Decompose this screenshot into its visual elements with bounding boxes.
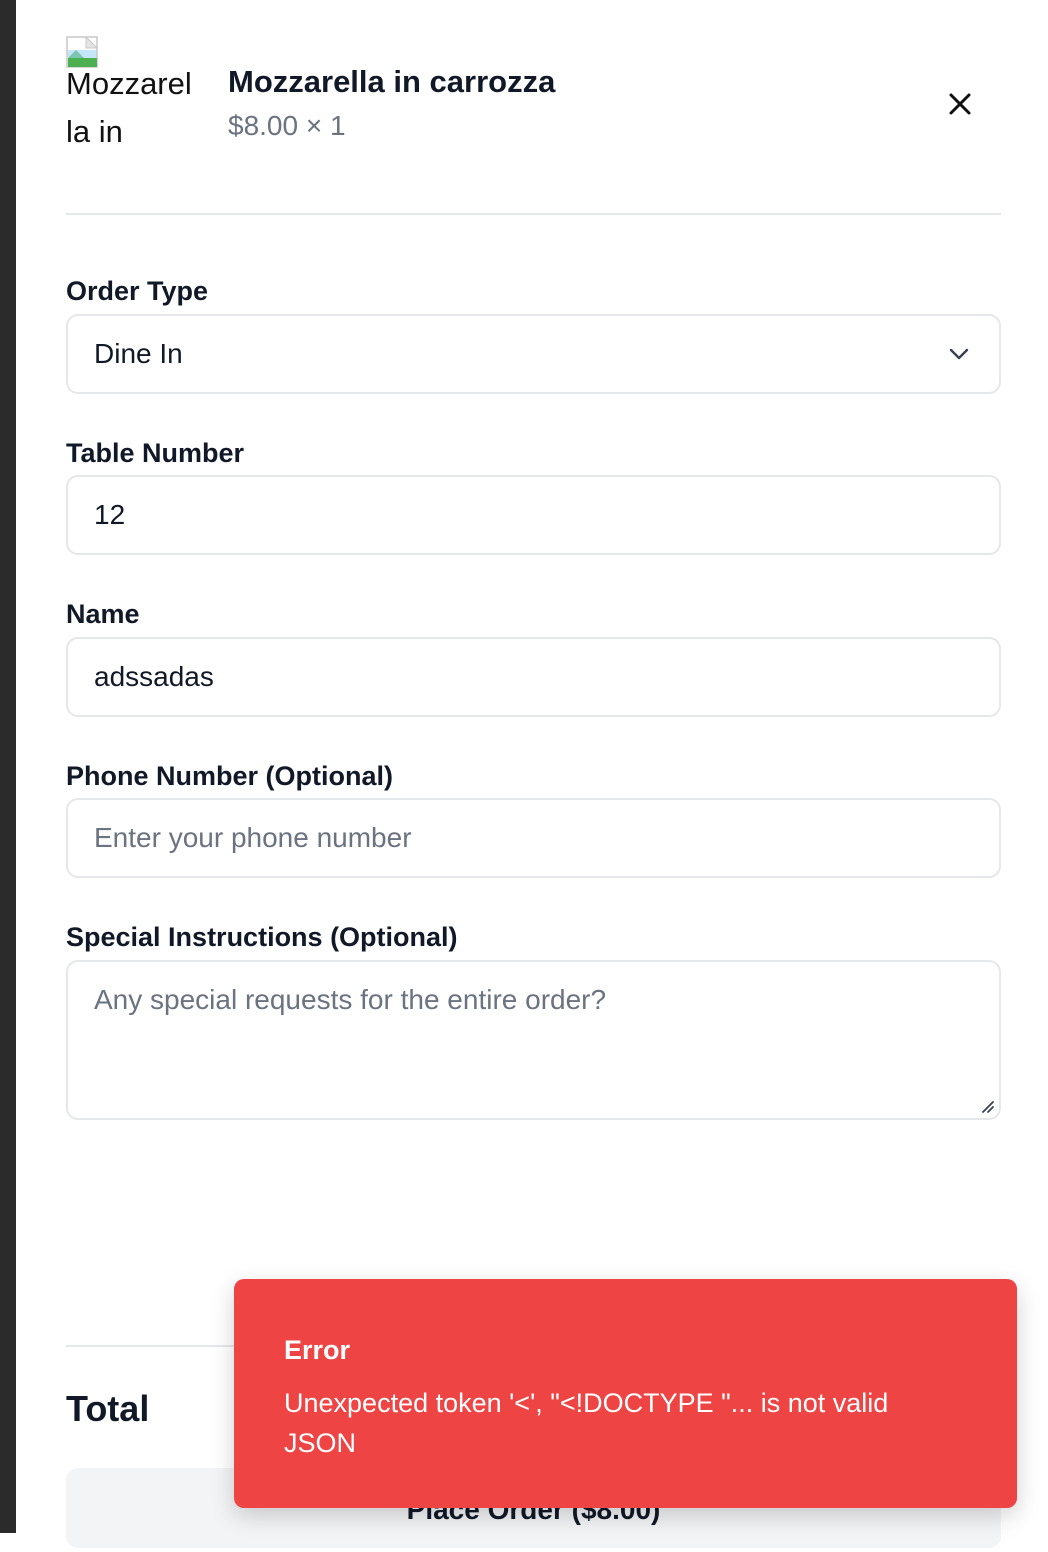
table-number-value: 12 — [94, 499, 126, 530]
order-type-label: Order Type — [66, 276, 209, 306]
name-value: adssadas — [94, 661, 214, 692]
total-label: Total — [66, 1388, 150, 1429]
item-image-alt: Mozzarella in — [66, 66, 192, 149]
name-input[interactable]: adssadas — [66, 637, 1001, 717]
table-number-label: Table Number — [66, 438, 245, 468]
instructions-placeholder: Any special requests for the entire orde… — [94, 984, 607, 1015]
table-number-input[interactable]: 12 — [66, 475, 1001, 555]
name-label: Name — [66, 599, 140, 629]
toast-title: Error — [284, 1335, 351, 1365]
cart-item: Mozzarella in Mozzarella in carrozza $8.… — [66, 36, 1001, 212]
instructions-label: Special Instructions (Optional) — [66, 922, 458, 952]
resize-handle-icon[interactable] — [977, 1096, 995, 1114]
item-price-quantity: $8.00 × 1 — [228, 110, 346, 141]
item-divider — [66, 213, 1001, 215]
item-image: Mozzarella in — [66, 36, 206, 166]
phone-input[interactable]: Enter your phone number — [66, 798, 1001, 878]
order-type-value: Dine In — [94, 338, 183, 369]
remove-item-button[interactable] — [936, 80, 984, 128]
order-type-select[interactable]: Dine In — [66, 314, 1001, 394]
error-toast: Error Unexpected token '<', "<!DOCTYPE "… — [234, 1279, 1017, 1508]
toast-message: Unexpected token '<', "<!DOCTYPE "... is… — [284, 1388, 889, 1458]
item-name: Mozzarella in carrozza — [228, 64, 556, 99]
phone-placeholder: Enter your phone number — [94, 822, 412, 853]
close-icon — [949, 93, 971, 115]
phone-label: Phone Number (Optional) — [66, 761, 393, 791]
instructions-textarea[interactable]: Any special requests for the entire orde… — [66, 960, 1001, 1120]
chevron-down-icon — [949, 348, 969, 360]
window-edge — [0, 0, 16, 1533]
